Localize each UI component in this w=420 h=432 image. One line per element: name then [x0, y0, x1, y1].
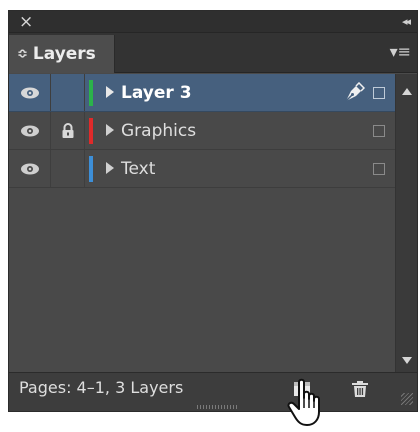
lock-toggle[interactable] [51, 112, 85, 149]
panel-tabbar: ≎ Layers ▾≡ [9, 33, 417, 73]
visibility-toggle[interactable] [9, 112, 51, 149]
vertical-scrollbar[interactable] [395, 74, 417, 372]
layer-row-layer-3[interactable]: Layer 3 [9, 74, 395, 112]
eye-icon [20, 163, 39, 174]
layer-name[interactable]: Graphics [121, 112, 196, 150]
lock-icon [62, 122, 73, 138]
lock-toggle[interactable] [51, 74, 85, 111]
tab-label: Layers [32, 44, 96, 64]
layer-row-text[interactable]: Text [9, 150, 395, 188]
close-icon[interactable]: × [19, 12, 33, 32]
visibility-toggle[interactable] [9, 150, 51, 187]
scroll-down-arrow-icon[interactable] [402, 357, 412, 364]
layer-list: Layer 3 Graphics Text [9, 74, 395, 372]
layer-row-graphics[interactable]: Graphics [9, 112, 395, 150]
delete-layer-button[interactable] [351, 380, 369, 398]
hand-cursor-icon [287, 378, 320, 426]
eye-icon [20, 87, 39, 98]
scroll-up-arrow-icon[interactable] [402, 88, 412, 95]
eye-icon [20, 125, 39, 136]
tab-layers[interactable]: ≎ Layers [9, 35, 115, 73]
layer-color-swatch [89, 118, 93, 144]
updown-arrows-icon: ≎ [17, 46, 28, 62]
selection-target-box[interactable] [373, 163, 385, 175]
layer-color-swatch [89, 80, 93, 106]
panel-drag-handle[interactable] [197, 405, 237, 409]
collapse-panel-icon[interactable]: ◂◂ [402, 14, 411, 30]
status-text: Pages: 4–1, 3 Layers [19, 378, 184, 397]
disclosure-triangle-icon[interactable] [106, 86, 114, 98]
selection-target-box[interactable] [373, 125, 385, 137]
panel-footer: Pages: 4–1, 3 Layers [9, 372, 417, 411]
pen-nib-icon [345, 82, 365, 102]
layer-name[interactable]: Text [121, 150, 155, 188]
disclosure-triangle-icon[interactable] [106, 162, 114, 174]
layer-color-swatch [89, 156, 93, 182]
resize-grip-icon[interactable] [401, 393, 413, 405]
selection-target-box[interactable] [373, 87, 385, 99]
layer-name[interactable]: Layer 3 [121, 74, 192, 112]
panel-titlebar: × ◂◂ [9, 11, 417, 33]
panel-menu-icon[interactable]: ▾≡ [390, 43, 411, 61]
visibility-toggle[interactable] [9, 74, 51, 111]
lock-toggle[interactable] [51, 150, 85, 187]
layers-panel: × ◂◂ ≎ Layers ▾≡ Layer 3 Graphics Text P… [8, 10, 418, 412]
disclosure-triangle-icon[interactable] [106, 124, 114, 136]
